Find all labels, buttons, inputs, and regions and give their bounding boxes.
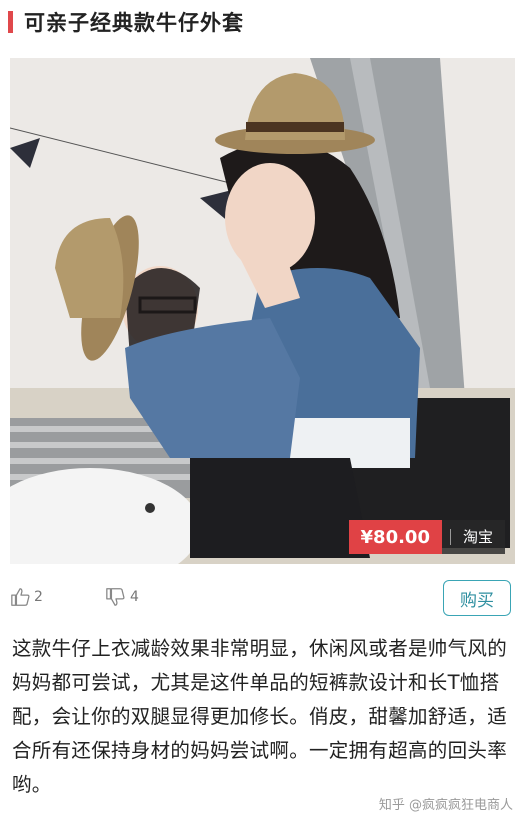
dislike-count: 4 (130, 589, 139, 605)
product-photo[interactable]: ¥80.00 淘宝 (10, 58, 515, 564)
thumbs-up-icon (11, 588, 30, 606)
header-accent-bar (8, 11, 13, 33)
dislike-button[interactable]: 4 (104, 586, 139, 608)
shop-label: 淘宝 (449, 529, 505, 545)
like-count: 2 (34, 589, 43, 605)
product-description: 这款牛仔上衣减龄效果非常明显，休闲风或者是帅气风的妈妈都可尝试，尤其是这件单品的… (12, 637, 508, 796)
thumbs-down-icon (106, 588, 125, 606)
product-image (10, 58, 515, 564)
buy-button[interactable]: 购买 (443, 580, 511, 616)
watermark: 知乎 @疯疯疯狂电商人 (378, 798, 513, 813)
section-header: 可亲子经典款牛仔外套 (0, 0, 525, 44)
product-price: ¥80.00 (348, 520, 442, 554)
price-tag[interactable]: ¥80.00 淘宝 (348, 520, 505, 554)
section-title: 可亲子经典款牛仔外套 (24, 11, 244, 35)
like-button[interactable]: 2 (10, 586, 43, 608)
action-bar: 2 4 购买 (0, 580, 525, 620)
